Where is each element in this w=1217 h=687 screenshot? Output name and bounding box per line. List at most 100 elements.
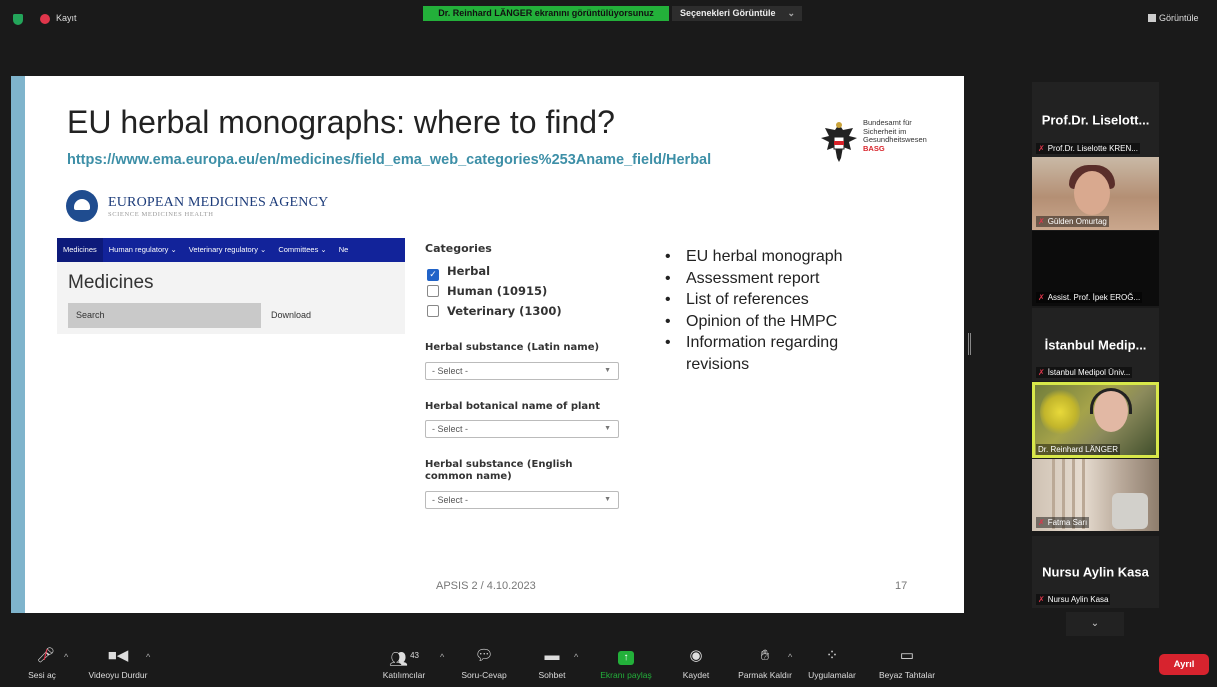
bullet-item: Information regarding revisions (665, 332, 875, 375)
chevron-up-icon[interactable]: ^ (146, 652, 150, 662)
recording-icon (40, 14, 50, 24)
ema-name: EUROPEAN MEDICINES AGENCY (108, 195, 329, 210)
participant-big-name: Nursu Aylin Kasa (1042, 564, 1149, 580)
participant-name: Gülden Omurtag (1047, 217, 1107, 226)
participant-name-label: ✗ Prof.Dr. Liselotte KREN... (1036, 143, 1140, 154)
filter-label-latin: Herbal substance (Latin name) (425, 342, 600, 353)
participant-name: Assist. Prof. İpek EROĞ... (1047, 293, 1141, 302)
view-button[interactable]: Görüntüle (1148, 13, 1199, 23)
recording-label: Kayıt (56, 13, 77, 23)
select-value: - Select - (432, 366, 469, 376)
participants-icon: 👥︎ 43 (389, 651, 419, 668)
category-label: Veterinary (1300) (447, 304, 562, 318)
stop-video-button[interactable]: ■◀ Videoyu Durdur (80, 646, 156, 680)
basg-logo-text: Bundesamt für Sicherheit im Gesundheitsw… (863, 118, 927, 153)
bullet-item: Opinion of the HMPC (665, 311, 875, 333)
mute-button[interactable]: 🎤︎/ Sesi aç (22, 646, 62, 680)
participant-name: İstanbul Medipol Üniv... (1047, 368, 1131, 377)
participant-tile[interactable]: Prof.Dr. Liselott... ✗ Prof.Dr. Liselotte… (1032, 82, 1159, 157)
participant-tile[interactable]: İstanbul Medip... ✗ İstanbul Medipol Üniv… (1032, 308, 1159, 381)
muted-mic-icon: ✗ (1038, 595, 1045, 604)
participant-name-label: ✗ Fatma Sarı (1036, 517, 1090, 528)
ema-nav-more: Ne (338, 245, 349, 254)
chevron-down-icon: ⌄ (787, 8, 796, 18)
participant-tile[interactable]: ✗ Assist. Prof. İpek EROĞ... (1032, 231, 1159, 306)
participant-tile[interactable]: Nursu Aylin Kasa ✗ Nursu Aylin Kasa (1032, 536, 1159, 608)
category-veterinary: Veterinary (1300) (427, 304, 562, 318)
filter-select-english: - Select - ▼ (425, 491, 619, 509)
chevron-up-icon[interactable]: ^ (574, 652, 578, 662)
dropdown-arrow-icon: ▼ (604, 425, 611, 432)
participant-name: Dr. Reinhard LÄNGER (1038, 445, 1119, 454)
leave-meeting-button[interactable]: Ayrıl (1159, 654, 1209, 675)
ema-page-title: Medicines (68, 272, 154, 293)
category-label: Human (10915) (447, 284, 548, 298)
headset-graphic (1090, 388, 1132, 414)
view-button-label: Görüntüle (1159, 13, 1199, 23)
panel-resize-handle[interactable] (968, 333, 971, 355)
participants-button[interactable]: 👥︎ 43 Katılımcılar (376, 646, 432, 680)
basg-abbr: BASG (863, 143, 885, 153)
dropdown-arrow-icon: ▼ (604, 496, 611, 503)
participants-label: Katılımcılar (382, 670, 426, 680)
share-screen-icon: ↑ (594, 646, 658, 666)
chevron-up-icon[interactable]: ^ (440, 652, 444, 662)
whiteboard-icon: ▭ (899, 647, 915, 664)
filter-label-botanical: Herbal botanical name of plant (425, 401, 601, 412)
muted-mic-icon: ✗ (1038, 518, 1045, 527)
category-human: Human (10915) (427, 284, 547, 298)
encryption-shield-icon[interactable] (13, 14, 23, 25)
participant-video (1040, 388, 1080, 436)
bullet-list: EU herbal monograph Assessment report Li… (665, 246, 875, 375)
checkbox-checked-icon: ✓ (427, 269, 439, 281)
participant-video-face (1074, 171, 1110, 215)
select-value: - Select - (432, 495, 469, 505)
participant-name-label: Dr. Reinhard LÄNGER (1036, 444, 1121, 455)
share-screen-button[interactable]: ↑ Ekranı paylaş (594, 646, 658, 680)
ema-nav-human: Human regulatory ⌄ (108, 245, 177, 254)
active-speaker-tile[interactable]: Dr. Reinhard LÄNGER (1032, 382, 1159, 458)
ema-tagline: SCIENCE MEDICINES HEALTH (108, 211, 214, 218)
participant-name-label: ✗ Nursu Aylin Kasa (1036, 594, 1111, 605)
chevron-up-icon[interactable]: ^ (788, 652, 792, 662)
ema-nav-bar: Medicines Human regulatory ⌄ Veterinary re… (57, 238, 405, 262)
muted-mic-icon: ✗ (1038, 368, 1045, 377)
apps-label: Uygulamalar (808, 670, 856, 680)
apps-button[interactable]: ⁘ Uygulamalar (804, 646, 860, 680)
record-button[interactable]: ◉ Kaydet (676, 646, 716, 680)
video-camera-icon: ■◀ (107, 647, 129, 664)
participant-name: Fatma Sarı (1047, 518, 1088, 527)
qa-button[interactable]: 💬︎ Soru-Cevap (456, 646, 512, 680)
checkbox-icon (427, 285, 439, 297)
shared-screen: EU herbal monographs: where to find? htt… (11, 76, 964, 666)
view-options-dropdown[interactable]: Seçenekleri Görüntüle ⌄ (672, 6, 802, 21)
chevron-down-icon: ⌄ (1090, 618, 1100, 629)
chat-button[interactable]: ▬ Sohbet (532, 646, 572, 680)
slide-accent-bar (11, 76, 25, 613)
slide-url: https://www.ema.europa.eu/en/medicines/f… (67, 152, 712, 168)
filter-select-latin: - Select - ▼ (425, 362, 619, 380)
view-options-label: Seçenekleri Görüntüle (680, 8, 776, 18)
ema-nav-veterinary: Veterinary regulatory ⌄ (188, 245, 267, 254)
austrian-eagle-icon (821, 122, 857, 162)
bullet-item: List of references (665, 289, 875, 311)
slide-footer: APSIS 2 / 4.10.2023 (436, 580, 536, 592)
ema-nav-medicines: Medicines (57, 238, 103, 262)
chat-icon: ▬ (544, 647, 560, 664)
mic-muted-icon: 🎤︎/ (36, 647, 56, 664)
participant-video-tile[interactable]: ✗ Gülden Omurtag (1032, 157, 1159, 230)
participant-name: Prof.Dr. Liselotte KREN... (1047, 144, 1138, 153)
more-participants-button[interactable]: ⌄ (1066, 612, 1124, 636)
muted-mic-icon: ✗ (1038, 144, 1045, 153)
categories-title: Categories (425, 242, 492, 255)
category-herbal: ✓ Herbal (427, 264, 490, 281)
meeting-top-bar: Kayıt Dr. Reinhard LÄNGER ekranını görün… (0, 0, 1217, 40)
participant-video-tile[interactable]: ✗ Fatma Sarı (1032, 459, 1159, 531)
bullet-item: Assessment report (665, 268, 875, 290)
ema-download-link: Download (271, 310, 312, 320)
chat-label: Sohbet (538, 670, 566, 680)
chevron-up-icon[interactable]: ^ (64, 652, 68, 662)
whiteboard-button[interactable]: ▭ Beyaz Tahtalar (874, 646, 940, 680)
participant-video-chair (1112, 493, 1148, 529)
apps-icon: ⁘ (825, 647, 839, 664)
